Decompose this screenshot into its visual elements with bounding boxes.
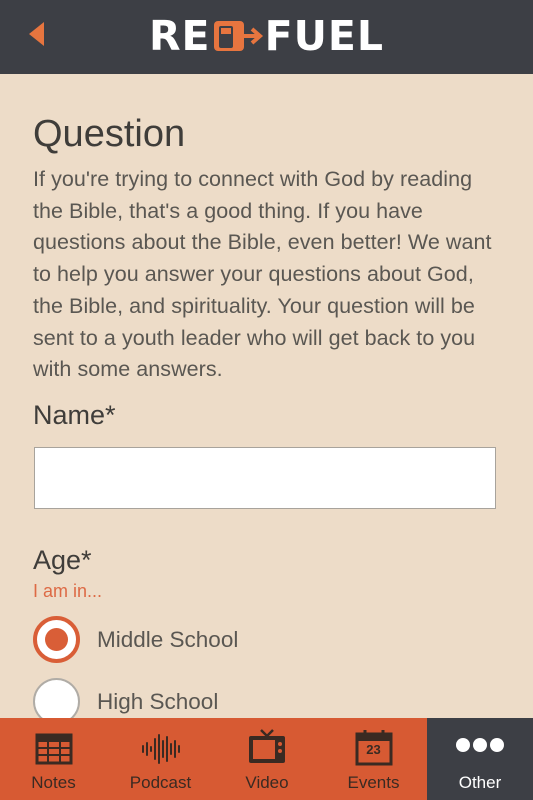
tab-notes[interactable]: Notes (0, 718, 107, 800)
name-input[interactable] (34, 447, 496, 509)
podcast-waveform-icon (107, 718, 214, 766)
logo-text-right: FUEL (264, 12, 384, 60)
more-dots-icon (427, 718, 533, 766)
intro-text: If you're trying to connect with God by … (33, 167, 492, 382)
radio-label: Middle School (97, 626, 239, 652)
page-title: Question (33, 113, 186, 155)
fuel-pump-icon (212, 18, 264, 54)
radio-checked-icon[interactable] (33, 616, 80, 663)
tv-icon (214, 718, 320, 766)
tab-podcast[interactable]: Podcast (107, 718, 214, 800)
tab-label: Video (245, 773, 289, 792)
tab-label: Other (458, 773, 502, 792)
bottom-tab-bar: Notes Podcast Video 23 Events Other (0, 718, 533, 800)
radio-middle-school[interactable]: Middle School (33, 616, 238, 663)
logo-text-left: RE (148, 12, 211, 60)
age-label: Age* (33, 545, 92, 575)
calendar-day: 23 (366, 742, 381, 757)
notes-icon (0, 718, 107, 766)
question-form-intro: Question If you're trying to connect wit… (33, 110, 503, 386)
app-logo: RE FUEL (0, 12, 533, 60)
app-header: RE FUEL (0, 0, 533, 74)
tab-video[interactable]: Video (214, 718, 320, 800)
tab-other[interactable]: Other (427, 718, 533, 800)
name-label: Name* (33, 400, 116, 430)
radio-label: High School (97, 688, 219, 714)
tab-label: Podcast (129, 773, 192, 792)
tab-label: Notes (31, 773, 76, 792)
tab-label: Events (347, 773, 400, 792)
tab-events[interactable]: 23 Events (320, 718, 427, 800)
calendar-icon: 23 (320, 718, 427, 766)
age-hint: I am in... (33, 581, 103, 601)
